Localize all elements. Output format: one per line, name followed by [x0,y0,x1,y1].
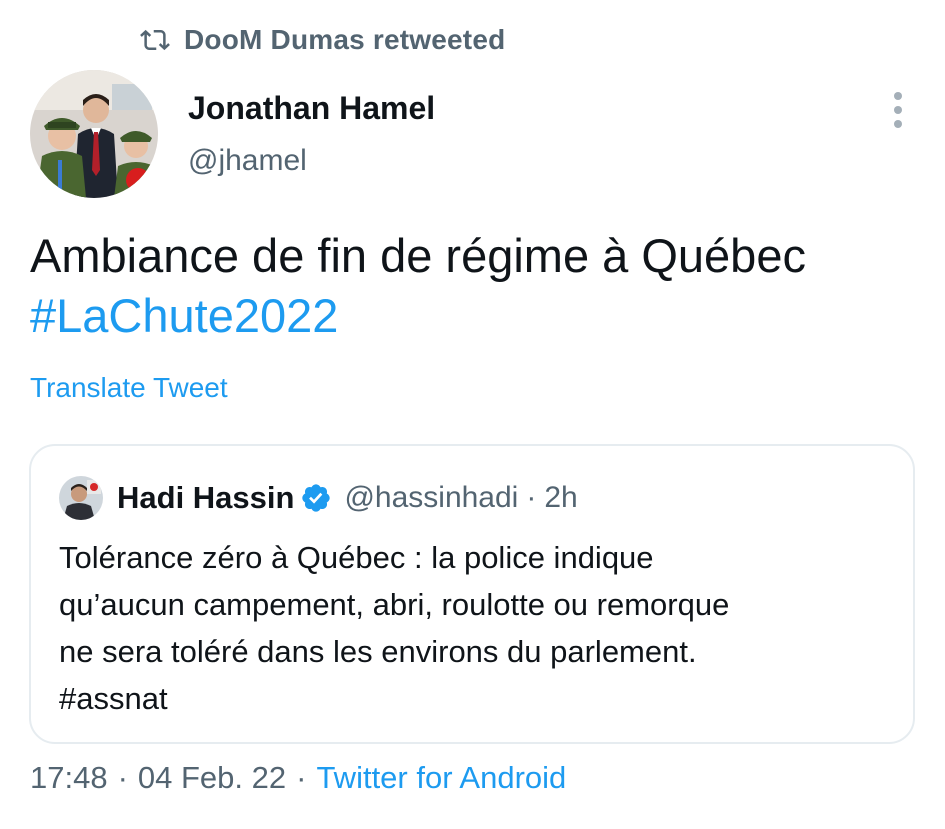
quoted-tweet-header: Hadi Hassin @hassinhadi · 2h [59,476,578,520]
quoted-profile-photo [59,476,103,520]
quoted-hashtag-link[interactable]: #assnat [59,675,889,722]
meta-separator: · [296,760,307,795]
quoted-tweet-card[interactable]: Hadi Hassin @hassinhadi · 2h Tolérance z… [29,444,915,744]
profile-photo [30,70,158,198]
quoted-text-line: ne sera toléré dans les environs du parl… [59,634,697,669]
quoted-timestamp[interactable]: 2h [544,481,577,515]
tweet-time[interactable]: 17:48 [30,760,108,796]
quoted-separator: · [526,481,537,514]
tweet-body: Ambiance de fin de régime à Québec [30,229,806,282]
verified-badge-icon [302,484,331,512]
retweet-label: DooM Dumas retweeted [184,24,506,55]
more-dot [894,92,902,100]
author-avatar[interactable] [30,70,158,198]
translate-tweet-link[interactable]: Translate Tweet [30,372,228,404]
quoted-author-name[interactable]: Hadi Hassin [117,480,294,516]
author-handle[interactable]: @jhamel [188,144,307,178]
meta-separator: · [117,760,128,795]
tweet-source-link[interactable]: Twitter for Android [316,760,566,796]
more-options-icon[interactable] [888,92,908,128]
quoted-author-handle[interactable]: @hassinhadi [344,481,518,515]
tweet-hashtag-link[interactable]: #LaChute2022 [30,286,920,346]
more-dot [894,120,902,128]
quoted-text-line: Tolérance zéro à Québec : la police indi… [59,540,654,575]
quoted-tweet-text: Tolérance zéro à Québec : la police indi… [59,534,889,722]
tweet-text: Ambiance de fin de régime à Québec #LaCh… [30,226,920,346]
tweet-meta: 17:48 · 04 Feb. 22 · Twitter for Android [30,760,566,796]
author-name[interactable]: Jonathan Hamel [188,90,435,127]
quoted-text-line: qu’aucun campement, abri, roulotte ou re… [59,587,730,622]
tweet-date[interactable]: 04 Feb. 22 [138,760,286,796]
more-dot [894,106,902,114]
quoted-author-avatar[interactable] [59,476,103,520]
retweet-icon [140,29,170,51]
retweet-indicator[interactable]: DooM Dumas retweeted [140,24,505,56]
